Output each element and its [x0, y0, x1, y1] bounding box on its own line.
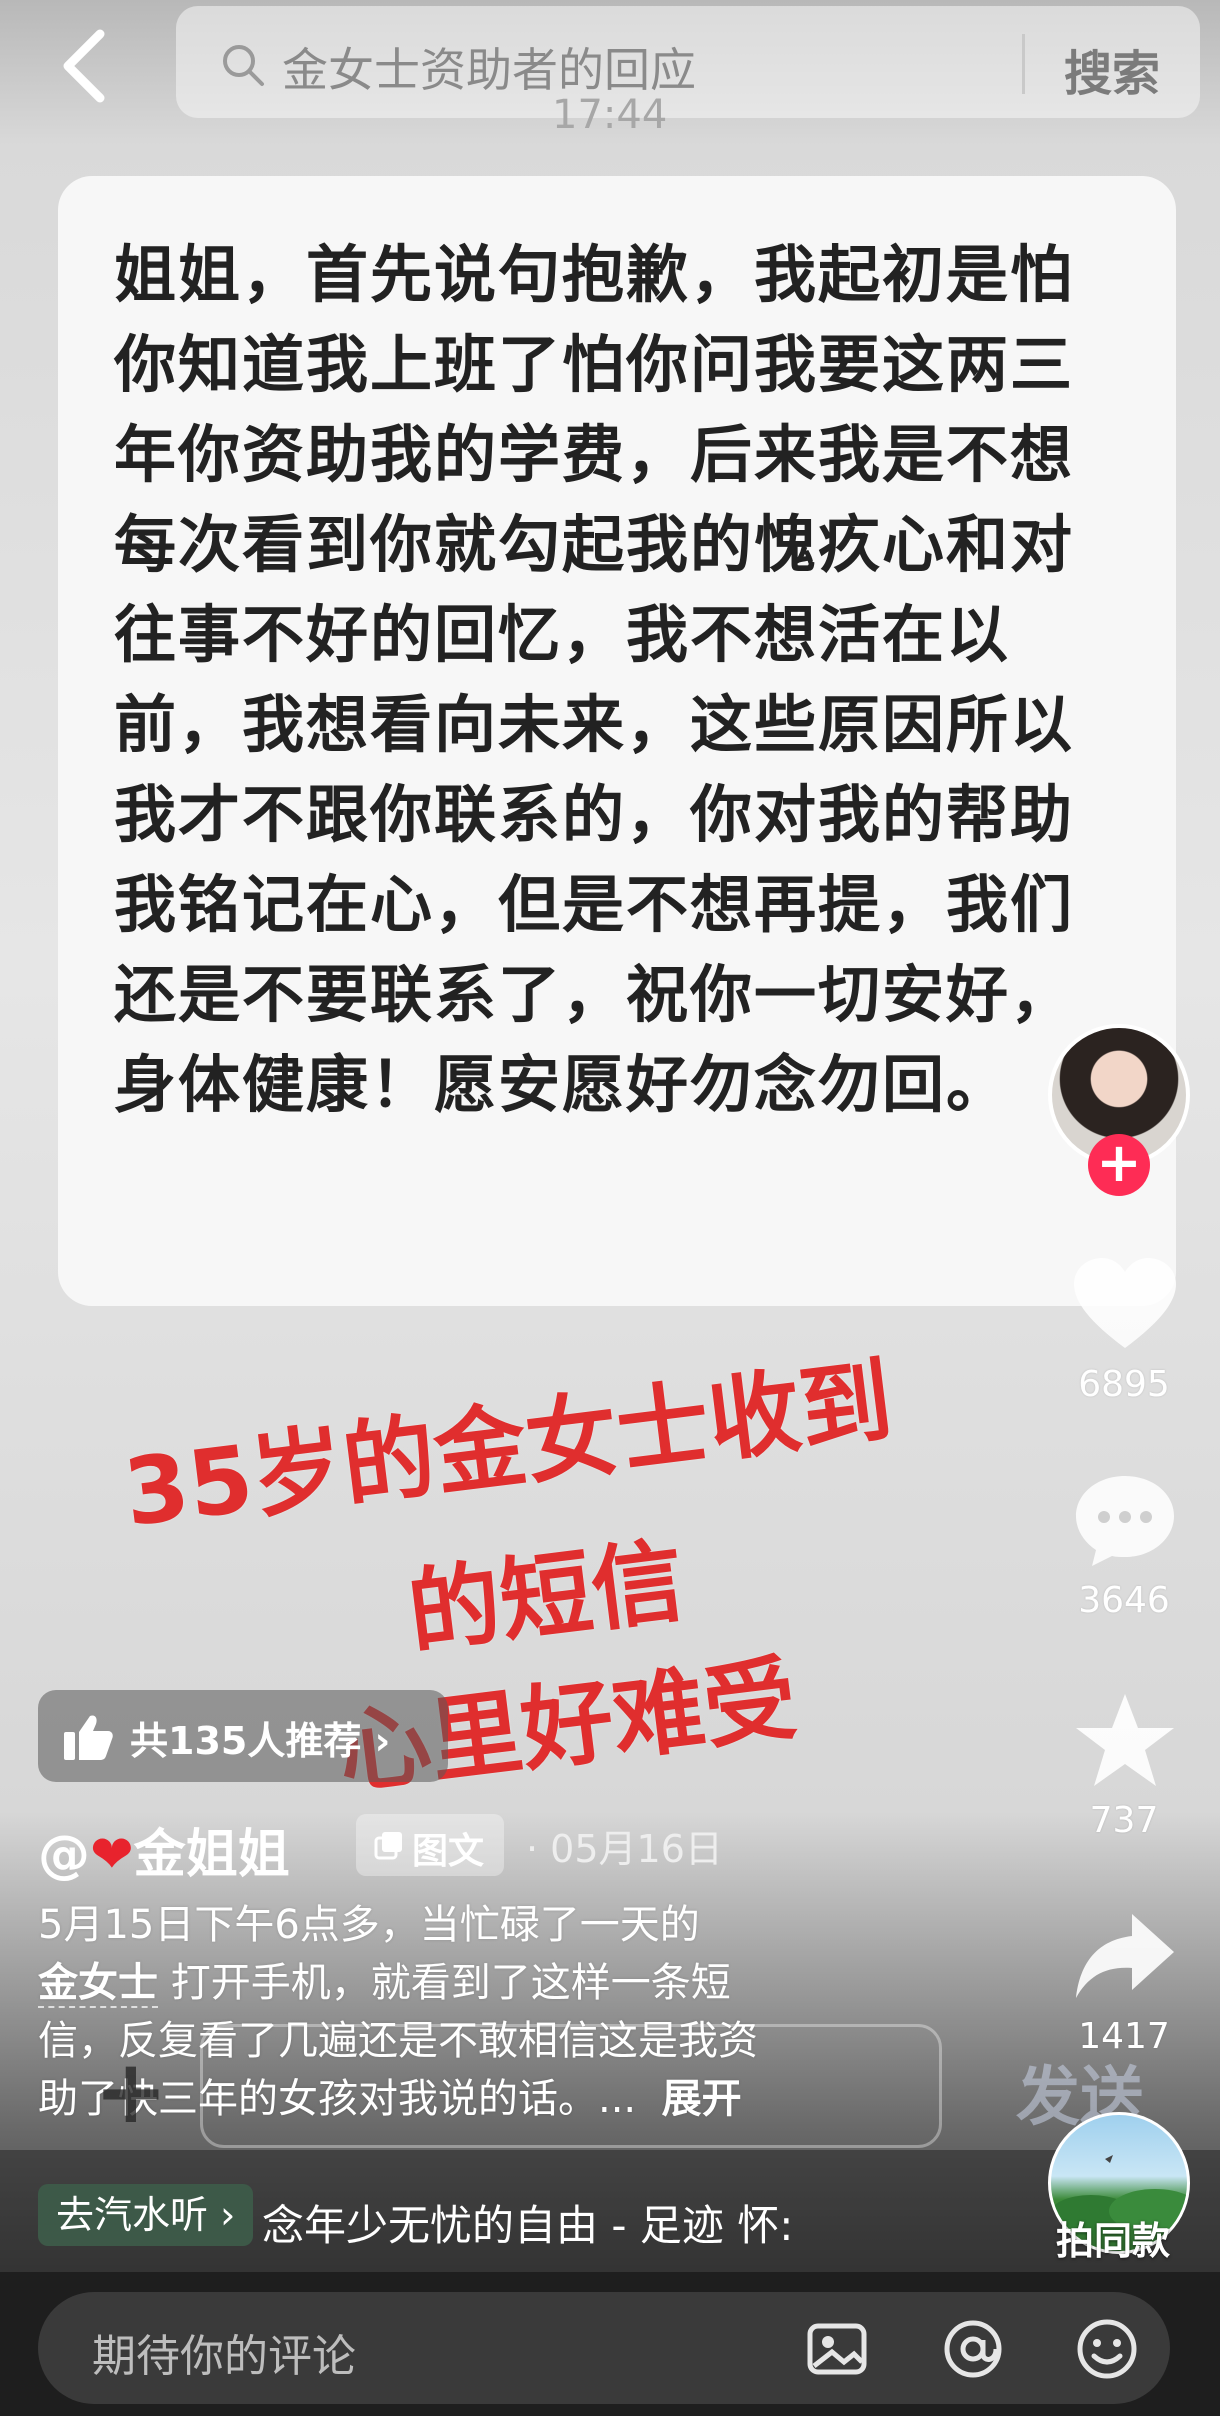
sms-message-text: 姐姐，首先说句抱歉，我起初是怕你知道我上班了怕你问我要这两三年你资助我的学费，后… [114, 238, 1075, 1121]
plus-icon: + [94, 2040, 168, 2143]
post-type-badge: 图文 [356, 1814, 504, 1876]
heart-icon[interactable] [1070, 1256, 1180, 1356]
post-date: · 05月16日 [526, 1827, 723, 1871]
chevron-right-icon: › [374, 1719, 391, 1763]
heart-emoji: ❤ [90, 1825, 134, 1885]
recommend-count-text: 共135人推荐 [130, 1719, 362, 1763]
at-icon[interactable] [940, 2316, 1006, 2382]
gallery-icon [374, 1832, 402, 1860]
emoji-icon[interactable] [1074, 2316, 1140, 2382]
post-type-text: 图文 [412, 1831, 485, 1872]
at-symbol: @ [38, 1825, 90, 1885]
desc-line-1: 5月15日下午6点多，当忙碌了一天的 [38, 1902, 700, 1948]
same-style-label[interactable]: 拍同款 [1056, 2210, 1170, 2265]
search-icon [223, 45, 264, 86]
search-input[interactable]: 金女士资助者的回应 搜索 [176, 6, 1200, 118]
chevron-left-icon [63, 29, 105, 103]
top-bar: 金女士资助者的回应 搜索 17:44 [0, 0, 1220, 138]
comment-icon[interactable] [1070, 1470, 1180, 1570]
open-music-app-chip[interactable]: 去汽水听 › [38, 2184, 254, 2246]
sms-message-card: 姐姐，首先说句抱歉，我起初是怕你知道我上班了怕你问我要这两三年你资助我的学费，后… [58, 176, 1176, 1306]
like-count: 6895 [1078, 1364, 1170, 1405]
desc-line-2-text: 打开手机，就看到了这样一条短 [158, 1960, 731, 2006]
sms-input-ghost [200, 2024, 942, 2148]
search-query: 金女士资助者的回应 [282, 43, 696, 97]
comment-bar: 期待你的评论 [0, 2272, 1220, 2416]
author-name[interactable]: @❤金姐姐 [38, 1812, 290, 1887]
follow-button[interactable]: + [1088, 1134, 1150, 1196]
desc-line-2: 金女士 打开手机，就看到了这样一条短 [38, 1954, 938, 2012]
status-time: 17:44 [552, 92, 668, 138]
image-icon[interactable] [804, 2316, 870, 2382]
comment-count: 3646 [1078, 1580, 1170, 1621]
music-title: 念年少无忧的自由 - 足迹 怀: [262, 2201, 794, 2250]
recommend-pill[interactable]: 共135人推荐 › [38, 1690, 448, 1782]
hashtag-link[interactable]: 金女士 [38, 1960, 158, 2008]
search-divider [1022, 34, 1025, 94]
thumbs-up-icon [64, 1715, 113, 1760]
favorite-count: 737 [1089, 1800, 1159, 1841]
comment-placeholder: 期待你的评论 [92, 2331, 356, 2382]
search-button[interactable]: 搜索 [1064, 34, 1160, 104]
comment-input[interactable]: 期待你的评论 [38, 2292, 1170, 2404]
author-name-text: 金姐姐 [133, 1825, 290, 1885]
recommend-label: 共135人推荐 › [130, 1710, 390, 1765]
share-icon[interactable] [1070, 1906, 1180, 2006]
music-bar[interactable]: 去汽水听 › 念年少无忧的自由 - 足迹 怀: [0, 2150, 1220, 2272]
star-icon[interactable] [1070, 1690, 1180, 1790]
overlay-caption-line-1: 35岁的金女士收到 [118, 1346, 898, 1548]
back-button[interactable] [56, 26, 116, 106]
